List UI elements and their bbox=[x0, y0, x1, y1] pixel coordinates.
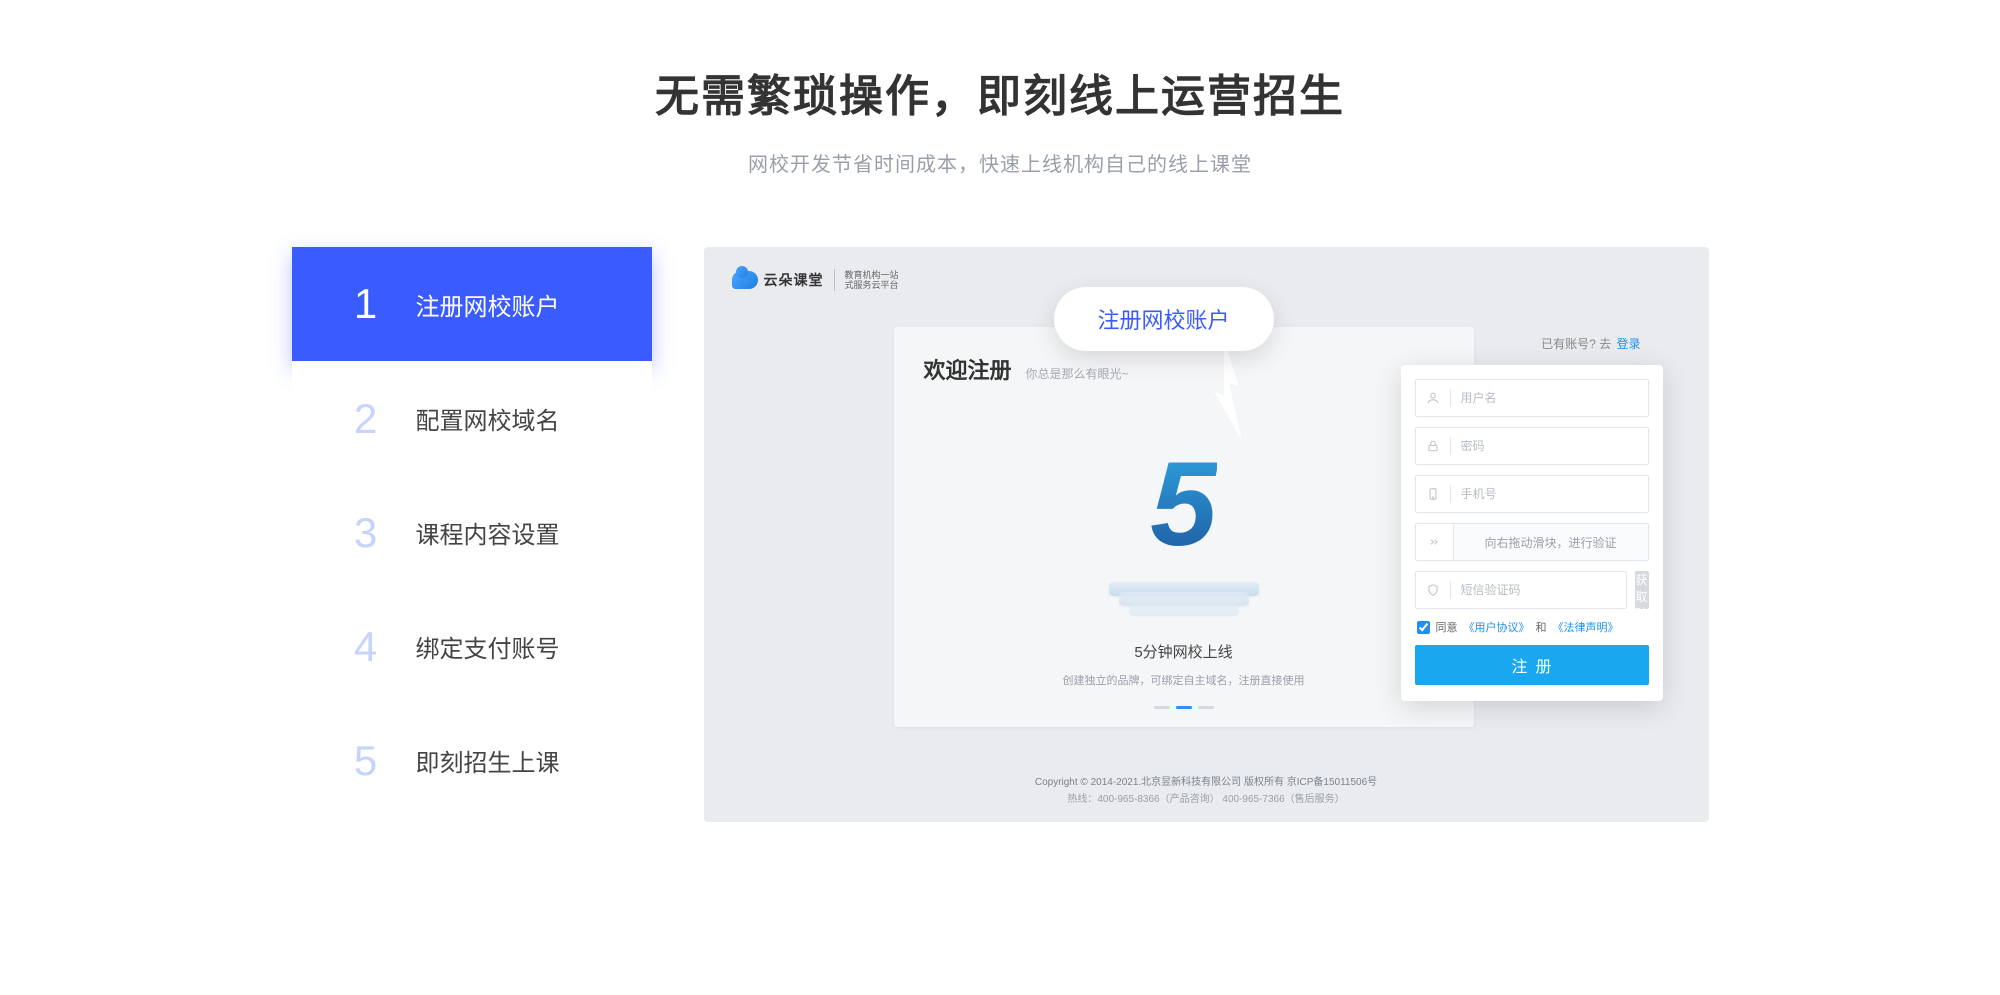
step-4[interactable]: 4 绑定支付账号 bbox=[292, 589, 652, 703]
footer-copyright: Copyright © 2014-2021.北京昱新科技有限公司 版权所有 京I… bbox=[704, 774, 1709, 791]
captcha-slider[interactable]: 向右拖动滑块，进行验证 bbox=[1415, 523, 1649, 561]
sms-code-field-wrapper[interactable] bbox=[1415, 571, 1627, 609]
login-link[interactable]: 登录 bbox=[1616, 337, 1640, 351]
welcome-desc: 创建独立的品牌，可绑定自主域名，注册直接使用 bbox=[1063, 672, 1305, 688]
have-account-text: 已有账号? 去 登录 bbox=[1541, 335, 1640, 352]
preview-footer: Copyright © 2014-2021.北京昱新科技有限公司 版权所有 京I… bbox=[704, 774, 1709, 808]
preview-logo-text: 云朵课堂 bbox=[764, 270, 824, 290]
lock-icon bbox=[1426, 439, 1440, 453]
page-subheadline: 网校开发节省时间成本，快速上线机构自己的线上课堂 bbox=[748, 148, 1252, 177]
preview-panel: 云朵课堂 教育机构一站 式服务云平台 欢迎注册 你总是那么有眼光~ 5 bbox=[704, 247, 1709, 822]
footer-hotline: 热线：400-965-8366（产品咨询） 400-965-7366（售后服务） bbox=[704, 791, 1709, 808]
welcome-caption: 5分钟网校上线 bbox=[1134, 641, 1232, 662]
platform-graphic bbox=[1104, 575, 1264, 619]
sms-code-input[interactable] bbox=[1461, 583, 1616, 597]
step-number: 3 bbox=[336, 509, 396, 557]
step-1[interactable]: 1 注册网校账户 bbox=[292, 247, 652, 361]
phone-input[interactable] bbox=[1461, 487, 1638, 501]
step-number: 4 bbox=[336, 623, 396, 671]
get-code-button[interactable]: 获取验证码 bbox=[1635, 571, 1649, 609]
register-button[interactable]: 注册 bbox=[1415, 645, 1649, 685]
signup-card: 向右拖动滑块，进行验证 获取验证码 同意 《用户协议》 bbox=[1401, 365, 1663, 701]
logo-divider bbox=[834, 269, 835, 291]
carousel-dots[interactable] bbox=[1154, 706, 1214, 709]
phone-field-wrapper[interactable] bbox=[1415, 475, 1649, 513]
slider-text: 向右拖动滑块，进行验证 bbox=[1454, 534, 1648, 551]
shield-icon bbox=[1426, 583, 1440, 597]
welcome-hint: 你总是那么有眼光~ bbox=[1026, 365, 1129, 382]
step-label: 绑定支付账号 bbox=[416, 629, 560, 664]
step-label: 课程内容设置 bbox=[416, 515, 560, 550]
legal-notice-link[interactable]: 《法律声明》 bbox=[1553, 619, 1619, 635]
step-number: 1 bbox=[336, 280, 396, 328]
preview-logo: 云朵课堂 bbox=[732, 270, 824, 290]
agree-row: 同意 《用户协议》 和 《法律声明》 bbox=[1415, 619, 1649, 635]
step-label: 注册网校账户 bbox=[416, 287, 560, 322]
username-field-wrapper[interactable] bbox=[1415, 379, 1649, 417]
page-headline: 无需繁琐操作，即刻线上运营招生 bbox=[655, 60, 1345, 124]
slider-arrows-icon bbox=[1427, 535, 1441, 549]
step-number: 2 bbox=[336, 395, 396, 443]
step-label: 即刻招生上课 bbox=[416, 743, 560, 778]
big-five-graphic: 5 bbox=[1114, 429, 1254, 579]
cloud-icon bbox=[732, 271, 758, 289]
step-5[interactable]: 5 即刻招生上课 bbox=[292, 703, 652, 817]
slider-handle[interactable] bbox=[1416, 524, 1454, 560]
step-2[interactable]: 2 配置网校域名 bbox=[292, 361, 652, 475]
welcome-panel: 欢迎注册 你总是那么有眼光~ 5 5分钟网校上线 创建独立的品牌，可绑定自主域名… bbox=[894, 327, 1474, 727]
step-3[interactable]: 3 课程内容设置 bbox=[292, 475, 652, 589]
step-label: 配置网校域名 bbox=[416, 401, 560, 436]
agree-mid: 和 bbox=[1536, 619, 1547, 635]
user-agreement-link[interactable]: 《用户协议》 bbox=[1464, 619, 1530, 635]
password-input[interactable] bbox=[1461, 439, 1638, 453]
password-field-wrapper[interactable] bbox=[1415, 427, 1649, 465]
steps-list: 1 注册网校账户 2 配置网校域名 3 课程内容设置 4 绑定支付账号 5 即刻… bbox=[292, 247, 652, 817]
preview-logo-sub: 教育机构一站 式服务云平台 bbox=[845, 270, 899, 291]
agree-checkbox[interactable] bbox=[1417, 621, 1430, 634]
user-icon bbox=[1426, 391, 1440, 405]
username-input[interactable] bbox=[1461, 391, 1638, 405]
step-number: 5 bbox=[336, 737, 396, 785]
welcome-title: 欢迎注册 bbox=[924, 353, 1012, 385]
agree-prefix: 同意 bbox=[1436, 619, 1458, 635]
callout-bubble: 注册网校账户 bbox=[1054, 287, 1274, 351]
phone-icon bbox=[1426, 487, 1440, 501]
